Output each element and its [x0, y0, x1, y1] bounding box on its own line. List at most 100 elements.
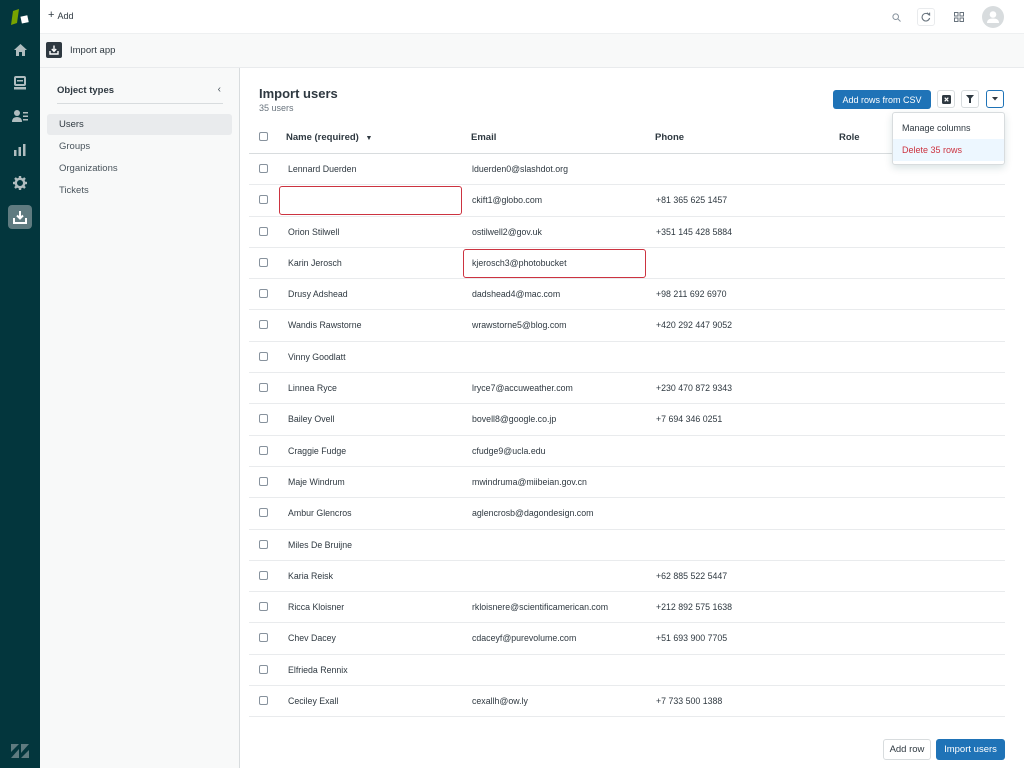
row-checkbox[interactable]: [259, 508, 268, 518]
import-users-button[interactable]: Import users: [936, 739, 1005, 760]
email-cell[interactable]: cexallh@ow.ly: [472, 696, 528, 706]
phone-cell[interactable]: +7 733 500 1388: [656, 696, 722, 706]
reporting-icon[interactable]: [8, 138, 32, 162]
row-checkbox[interactable]: [259, 664, 268, 674]
phone-cell[interactable]: +62 885 522 5447: [656, 571, 727, 581]
menu-item-delete-rows[interactable]: Delete 35 rows: [893, 139, 1004, 161]
refresh-icon[interactable]: [917, 8, 935, 26]
collapse-chevron-left-icon[interactable]: ‹: [218, 84, 221, 95]
email-cell[interactable]: cdaceyf@purevolume.com: [472, 633, 576, 643]
email-cell[interactable]: wrawstorne5@blog.com: [472, 320, 567, 330]
email-cell[interactable]: kjerosch3@photobucket: [472, 258, 567, 268]
filter-button[interactable]: [961, 90, 979, 108]
options-menu: Manage columns Delete 35 rows: [892, 112, 1005, 165]
email-cell[interactable]: lduerden0@slashdot.org: [472, 164, 568, 174]
sidebar-item-groups[interactable]: Groups: [47, 136, 232, 157]
email-cell[interactable]: aglencrosb@dagondesign.com: [472, 508, 593, 518]
name-cell[interactable]: Vinny Goodlatt: [288, 352, 346, 362]
column-header-phone[interactable]: Phone: [655, 132, 684, 143]
more-options-dropdown-button[interactable]: [986, 90, 1004, 108]
add-button[interactable]: + Add: [48, 10, 73, 21]
product-nav: [0, 0, 40, 768]
row-checkbox[interactable]: [259, 445, 268, 455]
email-cell[interactable]: ostilwell2@gov.uk: [472, 227, 542, 237]
search-icon[interactable]: [887, 8, 905, 26]
row-checkbox[interactable]: [259, 257, 268, 267]
row-checkbox[interactable]: [259, 195, 268, 205]
row-checkbox[interactable]: [259, 414, 268, 424]
row-checkbox[interactable]: [259, 164, 268, 173]
name-error-field[interactable]: [279, 186, 462, 216]
phone-cell[interactable]: +98 211 692 6970: [656, 289, 727, 299]
name-cell[interactable]: Miles De Bruijne: [288, 540, 352, 550]
email-cell[interactable]: cfudge9@ucla.edu: [472, 446, 546, 456]
name-cell[interactable]: Craggie Fudge: [288, 446, 346, 456]
column-header-role[interactable]: Role: [839, 132, 860, 143]
name-cell[interactable]: Karin Jerosch: [288, 258, 342, 268]
app-title: Import app: [70, 45, 116, 56]
column-header-email[interactable]: Email: [471, 132, 496, 143]
name-cell[interactable]: Orion Stilwell: [288, 227, 339, 237]
name-cell[interactable]: Ceciley Exall: [288, 696, 338, 706]
add-rows-from-csv-button[interactable]: Add rows from CSV: [833, 90, 931, 109]
page-title: Import users: [259, 86, 338, 101]
select-all-checkbox[interactable]: [259, 132, 268, 141]
name-cell[interactable]: Drusy Adshead: [288, 289, 348, 299]
email-cell[interactable]: bovell8@google.co.jp: [472, 414, 556, 424]
phone-cell[interactable]: +351 145 428 5884: [656, 227, 732, 237]
name-cell[interactable]: Bailey Ovell: [288, 414, 334, 424]
row-checkbox[interactable]: [259, 383, 268, 393]
name-cell[interactable]: Ambur Glencros: [288, 508, 352, 518]
row-checkbox[interactable]: [259, 570, 268, 580]
admin-gear-icon[interactable]: [8, 171, 32, 195]
email-cell[interactable]: ckift1@globo.com: [472, 195, 542, 205]
name-cell[interactable]: Linnea Ryce: [288, 383, 337, 393]
table-row: Karin Jerosch kjerosch3@photobucket: [249, 248, 1005, 280]
phone-cell[interactable]: +81 365 625 1457: [656, 195, 727, 205]
filter-icon: [966, 95, 974, 103]
product-logo-icon[interactable]: [11, 9, 29, 25]
email-cell[interactable]: dadshead4@mac.com: [472, 289, 560, 299]
home-icon[interactable]: [8, 38, 32, 62]
row-checkbox[interactable]: [259, 351, 268, 361]
clear-button[interactable]: [937, 90, 955, 108]
phone-cell[interactable]: +7 694 346 0251: [656, 414, 722, 424]
column-header-name[interactable]: Name (required) ▼: [286, 132, 372, 143]
row-checkbox[interactable]: [259, 539, 268, 549]
row-checkbox[interactable]: [259, 226, 268, 236]
name-cell[interactable]: Elfrieda Rennix: [288, 665, 348, 675]
row-checkbox[interactable]: [259, 476, 268, 486]
sort-caret-icon: ▼: [365, 135, 373, 142]
name-cell[interactable]: Lennard Duerden: [288, 164, 356, 174]
name-cell[interactable]: Karia Reisk: [288, 571, 333, 581]
avatar[interactable]: [982, 6, 1004, 28]
name-cell[interactable]: Ricca Kloisner: [288, 602, 344, 612]
email-cell[interactable]: lryce7@accuweather.com: [472, 383, 573, 393]
customers-icon[interactable]: [8, 104, 32, 128]
phone-cell[interactable]: +230 470 872 9343: [656, 383, 732, 393]
email-cell[interactable]: mwindruma@miibeian.gov.cn: [472, 477, 587, 487]
row-checkbox[interactable]: [259, 696, 268, 706]
import-icon[interactable]: [8, 205, 32, 229]
sidebar-title: Object types: [57, 85, 115, 96]
name-cell[interactable]: Maje Windrum: [288, 477, 345, 487]
views-icon[interactable]: [8, 71, 32, 95]
menu-item-manage-columns[interactable]: Manage columns: [893, 117, 1004, 139]
sidebar-item-users[interactable]: Users: [47, 114, 232, 135]
add-row-button[interactable]: Add row: [883, 739, 931, 760]
row-checkbox[interactable]: [259, 320, 268, 330]
name-cell[interactable]: Chev Dacey: [288, 633, 336, 643]
name-cell[interactable]: Wandis Rawstorne: [288, 320, 362, 330]
row-checkbox[interactable]: [259, 289, 268, 299]
apps-grid-icon[interactable]: [950, 8, 968, 26]
row-checkbox[interactable]: [259, 602, 268, 612]
phone-cell[interactable]: +420 292 447 9052: [656, 320, 732, 330]
sidebar-item-organizations[interactable]: Organizations: [47, 158, 232, 179]
row-checkbox[interactable]: [259, 633, 268, 643]
sidebar-item-tickets[interactable]: Tickets: [47, 180, 232, 201]
table-row: Orion Stilwell ostilwell2@gov.uk +351 145 …: [249, 217, 1005, 248]
object-types-sidebar: Object types ‹ Users Groups Organization…: [40, 68, 240, 768]
email-cell[interactable]: rkloisnere@scientificamerican.com: [472, 602, 608, 612]
phone-cell[interactable]: +51 693 900 7705: [656, 633, 727, 643]
phone-cell[interactable]: +212 892 575 1638: [656, 602, 732, 612]
